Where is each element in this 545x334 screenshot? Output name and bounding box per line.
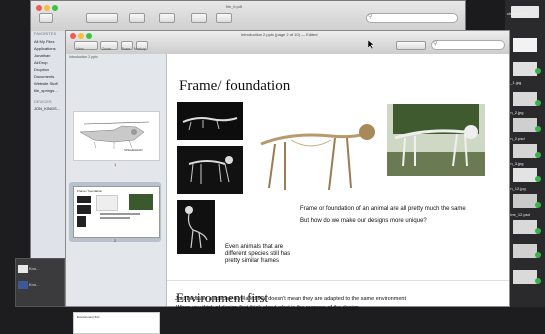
- thumbnail-image: [96, 195, 118, 211]
- sync-check-icon: [535, 202, 541, 208]
- sync-check-icon: [535, 228, 541, 234]
- edit-tags-button[interactable]: [216, 13, 232, 23]
- thumbnail-number: 1: [114, 162, 117, 167]
- bird-skeleton-image: [177, 200, 215, 254]
- thumbnail-sidebar: Introduction 2.pptx SPEARHEAD 1 Frame / …: [66, 54, 167, 334]
- crocodile-skeleton-image: [177, 102, 243, 140]
- sync-check-icon: [535, 278, 541, 284]
- sidebar-item-device[interactable]: JON_KINGS...: [34, 106, 60, 111]
- file-list-panel: chine12.jpg ..._1.jpg ...n_2.jpg ...n_2.…: [505, 0, 545, 307]
- sync-check-icon: [535, 152, 541, 158]
- minimize-button[interactable]: [44, 5, 50, 11]
- toolbar-label-share: Share: [121, 47, 131, 51]
- slide-title: Frame/ foundation: [179, 78, 291, 94]
- helicopter-skeleton-image: [74, 112, 159, 160]
- mouse-cursor: [367, 36, 375, 54]
- back-button[interactable]: [39, 13, 53, 23]
- sync-check-icon: [535, 100, 541, 106]
- slide-text-line-2: But how do we make our designs more uniq…: [300, 218, 427, 224]
- file-label: ...ine_12.psd: [507, 212, 530, 217]
- sidebar-item-dropbox[interactable]: Dropbox: [34, 67, 49, 72]
- sidebar-header: FAVORITES: [34, 31, 57, 36]
- thumbnail-image: [77, 196, 91, 203]
- preview-titlebar: Introduction 2.pptx (page 2 of 10) — Edi…: [66, 31, 509, 55]
- sidebar-item-airdrop[interactable]: AirDrop: [34, 60, 48, 65]
- file-icon[interactable]: [513, 194, 537, 208]
- devices-header: DEVICES: [34, 99, 52, 104]
- file-icon[interactable]: [513, 244, 537, 258]
- file-label: chine12.jpg: [507, 11, 528, 16]
- file-icon[interactable]: [513, 38, 537, 52]
- file-icon[interactable]: [513, 144, 537, 158]
- close-button[interactable]: [70, 33, 76, 39]
- zoom-button[interactable]: [52, 5, 58, 11]
- sidebar-item-home[interactable]: Jonathan: [34, 53, 50, 58]
- file-icon[interactable]: [513, 118, 537, 132]
- slide-thumbnail-1[interactable]: SPEARHEAD: [73, 111, 160, 161]
- file-icon[interactable]: [513, 92, 537, 106]
- finder-titlebar: file_ti.pdf ⚲: [31, 1, 465, 31]
- thumbnail-image: [129, 194, 153, 210]
- search-icon: ⚲: [368, 14, 373, 20]
- sync-check-icon: [535, 176, 541, 182]
- sidebar-item-folder[interactable]: file_springs...: [34, 88, 58, 93]
- search-input[interactable]: [431, 40, 505, 50]
- sidebar-item-all-files[interactable]: All My Files: [34, 39, 54, 44]
- slide-text-line-3: When you think of design first think abo…: [176, 305, 359, 311]
- preview-window: Introduction 2.pptx (page 2 of 10) — Edi…: [65, 30, 510, 334]
- sidebar-title: Introduction 2.pptx: [69, 55, 98, 59]
- sync-check-icon: [535, 252, 541, 258]
- window-title: file_ti.pdf: [226, 4, 243, 9]
- search-icon: ⚲: [433, 41, 438, 47]
- document-icon: [18, 265, 28, 273]
- zoom-button[interactable]: [86, 33, 92, 39]
- lion-skeleton-image: [251, 104, 381, 194]
- action-button[interactable]: [159, 13, 175, 23]
- cat-skeleton-image: [177, 146, 243, 194]
- background-window: Kno... Kno...: [15, 258, 65, 307]
- slide-text-line-4: Just because a species is related that d…: [175, 296, 406, 302]
- sidebar-item-applications[interactable]: Applications: [34, 46, 56, 51]
- file-icon[interactable]: [513, 270, 537, 284]
- thumbnail-caption: SPEARHEAD: [124, 148, 143, 152]
- sidebar-item-website[interactable]: Website Stuff: [34, 81, 58, 86]
- thumbnail-text-line: [100, 217, 130, 219]
- slide-note: Even animals that are different species …: [225, 244, 291, 264]
- close-button[interactable]: [36, 5, 42, 11]
- sync-check-icon: [535, 68, 541, 74]
- document-icon: [18, 281, 28, 289]
- document-page: Frame/ foundation Frame or foundation of…: [167, 54, 509, 311]
- slide-thumbnail-3[interactable]: Environment first: [73, 312, 160, 334]
- file-icon[interactable]: [513, 220, 537, 234]
- file-icon[interactable]: [513, 168, 537, 182]
- slide-thumbnail-2[interactable]: Frame / foundation: [73, 186, 160, 238]
- thumbnail-image: [77, 216, 86, 227]
- slide-text-line-1: Frame or foundation of an animal are all…: [300, 206, 466, 212]
- sidebar-toggle[interactable]: [396, 41, 426, 50]
- search-input[interactable]: [366, 13, 458, 23]
- thumbnail-number: 2: [114, 238, 117, 243]
- thumbnail-text-line: [100, 213, 140, 215]
- thumbnail-image: [77, 205, 91, 214]
- window-label: Kno...: [29, 282, 40, 287]
- share-button[interactable]: [191, 13, 207, 23]
- view-segmented-control[interactable]: [86, 13, 118, 23]
- sync-check-icon: [535, 126, 541, 132]
- page-divider: [167, 280, 509, 281]
- thumbnail-title: Environment first: [77, 315, 100, 319]
- tiger-skeleton-image: [387, 104, 485, 176]
- window-label: Kno...: [29, 266, 40, 271]
- file-icon[interactable]: [513, 62, 537, 76]
- toolbar-label-view: View: [76, 47, 84, 51]
- minimize-button[interactable]: [78, 33, 84, 39]
- toolbar-label-markup: Markup: [134, 47, 146, 51]
- sidebar-item-documents[interactable]: Documents: [34, 74, 54, 79]
- arrange-button[interactable]: [129, 13, 145, 23]
- window-title: Introduction 2.pptx (page 2 of 10) — Edi…: [241, 32, 318, 37]
- toolbar-label-zoom: Zoom: [102, 47, 111, 51]
- thumbnail-title: Frame / foundation: [77, 189, 103, 193]
- finder-sidebar: FAVORITES All My Files Applications Jona…: [31, 31, 65, 271]
